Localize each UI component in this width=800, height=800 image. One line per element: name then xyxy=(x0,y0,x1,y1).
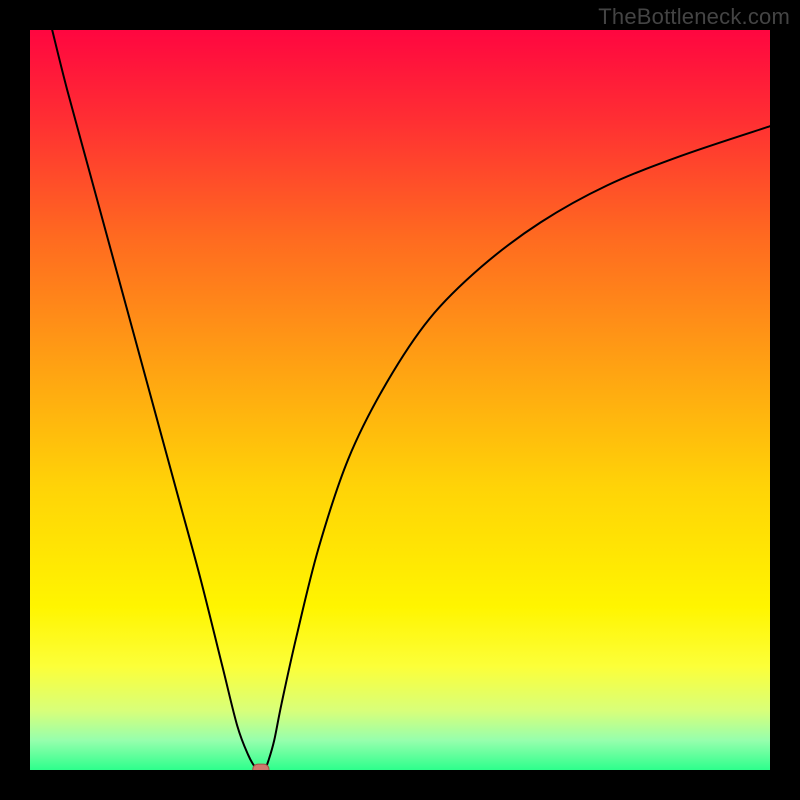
bottleneck-chart xyxy=(30,30,770,770)
gradient-backdrop xyxy=(30,30,770,770)
markers-group xyxy=(253,764,269,770)
watermark-text: TheBottleneck.com xyxy=(598,4,790,30)
curve-minimum-marker xyxy=(253,764,269,770)
